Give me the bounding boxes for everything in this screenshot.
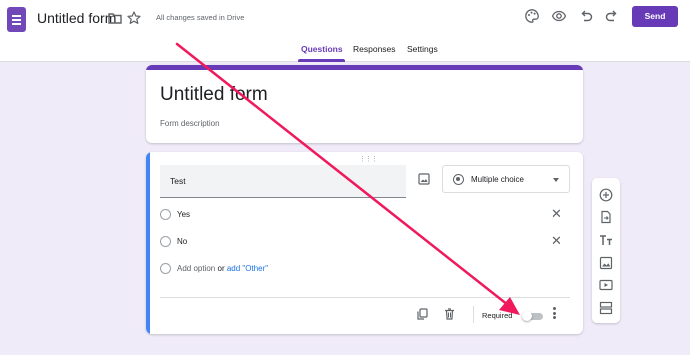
form-description-input[interactable]: Form description (160, 119, 220, 128)
star-icon[interactable] (126, 10, 142, 26)
remove-option-icon[interactable]: ✕ (551, 233, 562, 249)
undo-icon[interactable] (578, 8, 594, 24)
question-type-dropdown[interactable]: Multiple choice (442, 165, 570, 193)
form-title-card: Untitled form Form description (146, 65, 583, 143)
add-video-icon[interactable] (599, 278, 613, 292)
form-title-input[interactable]: Untitled form (160, 84, 268, 106)
add-title-icon[interactable] (599, 233, 613, 247)
add-image-icon[interactable] (599, 256, 613, 270)
add-section-icon[interactable] (599, 301, 613, 315)
radio-circle-icon (160, 209, 171, 220)
required-toggle[interactable] (522, 311, 543, 321)
option-row[interactable]: No ✕ (160, 232, 570, 252)
import-questions-icon[interactable] (599, 210, 613, 224)
footer-divider (160, 297, 570, 298)
radio-circle-icon (160, 236, 171, 247)
side-toolbar (592, 178, 620, 323)
top-bar: Untitled form All changes saved in Drive… (0, 0, 690, 62)
question-title-field[interactable]: Test (160, 165, 406, 198)
radio-circle-icon (160, 263, 171, 274)
add-other-link[interactable]: add "Other" (227, 264, 268, 273)
save-status: All changes saved in Drive (156, 13, 245, 22)
add-question-icon[interactable] (599, 188, 613, 202)
palette-icon[interactable] (524, 8, 540, 24)
question-card[interactable]: ⋮⋮⋮ Test Multiple choice Yes ✕ No ✕ Add … (146, 152, 583, 334)
preview-eye-icon[interactable] (551, 8, 567, 24)
option-label[interactable]: Yes (177, 210, 190, 219)
folder-icon[interactable] (107, 10, 123, 26)
tab-bar: Questions Responses Settings (0, 42, 690, 62)
question-type-label: Multiple choice (471, 175, 524, 184)
footer-separator (473, 306, 474, 323)
required-label: Required (482, 311, 513, 320)
accent-stripe (146, 65, 583, 70)
active-question-indicator (146, 152, 150, 334)
option-row[interactable]: Yes ✕ (160, 205, 570, 225)
radio-button-icon (453, 174, 464, 185)
add-image-to-question-icon[interactable] (418, 173, 430, 185)
question-title-text: Test (170, 176, 186, 186)
send-button[interactable]: Send (632, 6, 678, 27)
tab-responses[interactable]: Responses (353, 44, 396, 54)
tab-questions[interactable]: Questions (301, 44, 343, 54)
active-tab-indicator (298, 59, 345, 62)
tab-settings[interactable]: Settings (407, 44, 438, 54)
duplicate-icon[interactable] (417, 308, 428, 320)
delete-icon[interactable] (444, 308, 455, 320)
add-option-link[interactable]: Add option (177, 264, 215, 273)
or-text: or (217, 264, 225, 273)
form-name[interactable]: Untitled form (37, 10, 116, 26)
option-label[interactable]: No (177, 237, 187, 246)
more-options-icon[interactable] (553, 307, 557, 321)
add-option-line: Add option or add "Other" (177, 264, 268, 273)
dropdown-caret-icon (553, 178, 559, 182)
drag-handle-icon[interactable]: ⋮⋮⋮ (359, 155, 378, 163)
forms-logo-icon[interactable] (7, 7, 26, 32)
add-option-row[interactable]: Add option or add "Other" (160, 259, 570, 279)
redo-icon[interactable] (604, 8, 620, 24)
remove-option-icon[interactable]: ✕ (551, 206, 562, 222)
